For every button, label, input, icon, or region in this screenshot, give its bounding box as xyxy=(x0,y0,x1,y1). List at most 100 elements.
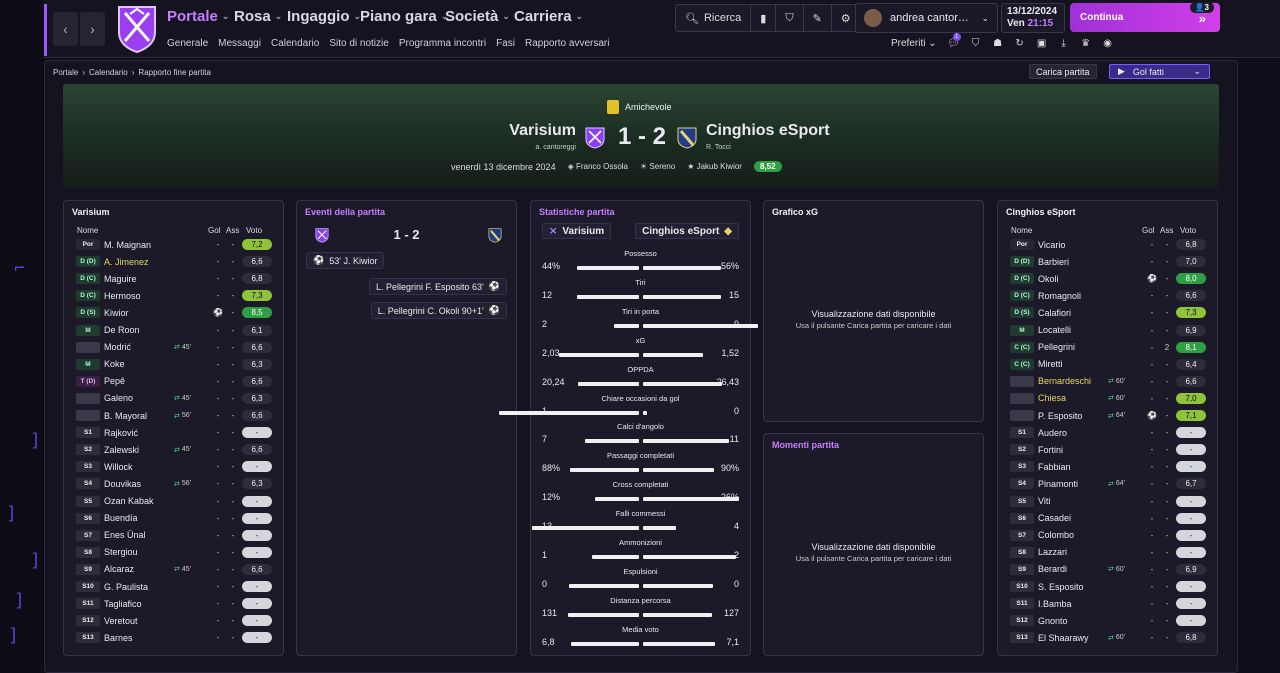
clipboard-icon[interactable]: ▣ xyxy=(1037,38,1047,49)
submenu-programma-incontri[interactable]: Programma incontri xyxy=(399,38,486,49)
player-position: S12 xyxy=(1010,615,1034,627)
player-row[interactable]: S6 Buendía - - - xyxy=(76,510,295,527)
player-row[interactable]: S12 Veretout - - - xyxy=(76,612,295,629)
submenu-messaggi[interactable]: Messaggi xyxy=(218,38,261,49)
stat-home-bar xyxy=(567,612,639,617)
player-row[interactable]: S6 Casadei - - - xyxy=(1010,510,1229,527)
player-row[interactable]: S11 I.Bamba - - - xyxy=(1010,595,1229,612)
player-row[interactable]: B. Mayoral ⇄ 56' - -6,6 xyxy=(76,407,295,424)
player-row[interactable]: M De Roon - -6,1 xyxy=(76,322,295,339)
submenu-sito-notizie[interactable]: Sito di notizie xyxy=(329,38,388,49)
menu-societa[interactable]: Società ⌄ xyxy=(445,8,510,25)
trophy-icon[interactable]: ♛ xyxy=(1081,38,1091,49)
player-goals: ⚽ xyxy=(213,308,223,318)
player-row[interactable]: S13 Barnes - - - xyxy=(76,629,295,646)
player-row[interactable]: S10 S. Esposito - - - xyxy=(1010,578,1229,595)
player-row[interactable]: S9 Alcaraz ⇄ 45' - -6,6 xyxy=(76,561,295,578)
player-row[interactable]: D (C) Hermoso - -7,3 xyxy=(76,287,295,304)
event-goal[interactable]: L. Pellegrini F. Esposito 63' ⚽ xyxy=(369,278,507,295)
people-icon[interactable]: ☗ xyxy=(993,38,1003,49)
event-goal[interactable]: ⚽ 53' J. Kiwior xyxy=(306,252,385,269)
refresh-icon[interactable]: ↻ xyxy=(1015,38,1025,49)
goals-select[interactable]: ▶ Gol fatti ⌄ xyxy=(1109,64,1210,79)
player-row[interactable]: S12 Gnonto - - - xyxy=(1010,612,1229,629)
player-row[interactable]: P. Esposito ⇄ 64' ⚽ -7,1 xyxy=(1010,407,1229,424)
date-box[interactable]: 13/12/2024 Ven 21:15 xyxy=(1001,3,1065,33)
player-row[interactable]: D (S) Kiwior ⚽ -8,5 xyxy=(76,304,295,321)
menu-portale[interactable]: Portale ⌄ xyxy=(167,8,229,25)
breadcrumb-portale[interactable]: Portale xyxy=(53,68,78,77)
message-icon[interactable]: 💬︎ 1 xyxy=(947,32,961,49)
player-row[interactable]: D (C) Romagnoli - -6,6 xyxy=(1010,287,1229,304)
player-row[interactable]: S7 Enes Ünal - - - xyxy=(76,527,295,544)
player-row[interactable]: D (S) Calafiori - -7,3 xyxy=(1010,304,1229,321)
club-logo-icon[interactable] xyxy=(116,4,158,54)
player-row[interactable]: Por Vicario - -6,8 xyxy=(1010,236,1229,253)
player-row[interactable]: S5 Viti - - - xyxy=(1010,493,1229,510)
player-row[interactable]: D (D) Barbieri - -7,0 xyxy=(1010,253,1229,270)
player-row[interactable]: S3 Fabbian - - - xyxy=(1010,458,1229,475)
player-row[interactable]: D (C) Okoli ⚽ -8,0 xyxy=(1010,270,1229,287)
player-row[interactable]: S13 El Shaarawy ⇄ 60' - -6,8 xyxy=(1010,629,1229,646)
menu-ingaggio[interactable]: Ingaggio ⌄ xyxy=(287,8,361,25)
player-row[interactable]: S10 G. Paulista - - - xyxy=(76,578,295,595)
shirt-button[interactable]: ⛉ xyxy=(776,5,804,31)
continue-button[interactable]: Continua 👤3 » xyxy=(1070,2,1220,32)
player-row[interactable]: S7 Colombo - - - xyxy=(1010,527,1229,544)
player-row[interactable]: S1 Audero - - - xyxy=(1010,424,1229,441)
player-row[interactable]: Chiesa ⇄ 60' - -7,0 xyxy=(1010,390,1229,407)
submenu-calendario[interactable]: Calendario xyxy=(271,38,319,49)
player-row[interactable]: M Locatelli - -6,9 xyxy=(1010,322,1229,339)
menu-carriera[interactable]: Carriera ⌄ xyxy=(514,8,583,25)
away-team-name[interactable]: Cinghios eSport xyxy=(706,122,830,140)
player-row[interactable]: S5 Ozan Kabak - - - xyxy=(76,493,295,510)
event-goal[interactable]: L. Pellegrini C. Okoli 90+1' ⚽ xyxy=(370,302,507,319)
menu-rosa[interactable]: Rosa ⌄ xyxy=(234,8,282,25)
current-time: 21:15 xyxy=(1027,18,1054,29)
shirt-icon[interactable]: ⛉ xyxy=(971,38,981,49)
submenu-rapporto-avversari[interactable]: Rapporto avversari xyxy=(525,38,609,49)
player-row[interactable]: T (D) Pepê - -6,6 xyxy=(76,373,295,390)
player-assists: - xyxy=(1165,308,1169,318)
back-button[interactable]: ‹ xyxy=(53,12,78,46)
player-row[interactable]: C (C) Pellegrini -2 8,1 xyxy=(1010,339,1229,356)
ball-icon[interactable]: ◉ xyxy=(1103,38,1113,49)
forward-button[interactable]: › xyxy=(80,12,105,46)
player-row[interactable]: S1 Rajković - - - xyxy=(76,424,295,441)
player-row[interactable]: Bernardeschi ⇄ 60' - -6,6 xyxy=(1010,373,1229,390)
player-row[interactable]: S3 Willock - - - xyxy=(76,458,295,475)
player-row[interactable]: S4 Pinamonti ⇄ 64' - -6,7 xyxy=(1010,475,1229,492)
player-row[interactable]: M Koke - -6,3 xyxy=(76,356,295,373)
player-row[interactable]: S8 Lazzari - - - xyxy=(1010,544,1229,561)
player-rating: 8,5 xyxy=(242,307,272,319)
player-row[interactable]: S11 Tagliafico - - - xyxy=(76,595,295,612)
breadcrumb-calendario[interactable]: Calendario xyxy=(89,68,128,77)
user-menu[interactable]: andrea cantor… ⌄ xyxy=(855,3,998,33)
submenu-generale[interactable]: Generale xyxy=(167,38,208,49)
player-row[interactable]: S4 Douvikas ⇄ 56' - -6,3 xyxy=(76,475,295,492)
player-row[interactable]: D (D) A. Jimenez - -6,6 xyxy=(76,253,295,270)
player-row[interactable]: Modrić ⇄ 45' - -6,6 xyxy=(76,339,295,356)
bookmark-button[interactable]: ▮ xyxy=(751,5,777,31)
player-row[interactable]: Galeno ⇄ 45' - -6,3 xyxy=(76,390,295,407)
pen-button[interactable]: ✎ xyxy=(804,5,832,31)
menu-piano-gara[interactable]: Piano gara ⌄ xyxy=(360,8,448,25)
stat-label: xG xyxy=(635,335,646,345)
menu-label: Carriera xyxy=(514,8,572,25)
home-team-name[interactable]: Varisium xyxy=(509,122,576,140)
player-row[interactable]: S2 Fortini - - - xyxy=(1010,441,1229,458)
referee: ◈ Franco Ossola xyxy=(568,162,628,171)
player-row[interactable]: C (C) Miretti - -6,4 xyxy=(1010,356,1229,373)
search-button[interactable]: 🔍︎ Ricerca xyxy=(676,5,752,31)
player-name: Chiesa xyxy=(1038,393,1067,404)
player-row[interactable]: S2 Zalewski ⇄ 45' - -6,6 xyxy=(76,441,295,458)
favorites-dropdown[interactable]: Preferiti ⌄ xyxy=(891,38,937,49)
load-match-button[interactable]: Carica partita xyxy=(1029,64,1097,79)
player-row[interactable]: S9 Berardi ⇄ 60' - -6,9 xyxy=(1010,561,1229,578)
player-row[interactable]: Por M. Maignan - -7,2 xyxy=(76,236,295,253)
player-row[interactable]: S8 Stergiou - - - xyxy=(76,544,295,561)
download-icon[interactable]: ⤓ xyxy=(1059,38,1069,49)
player-row[interactable]: D (C) Maguire - -6,8 xyxy=(76,270,295,287)
submenu-fasi[interactable]: Fasi xyxy=(496,38,515,49)
decor-bracket: ] xyxy=(30,430,41,451)
